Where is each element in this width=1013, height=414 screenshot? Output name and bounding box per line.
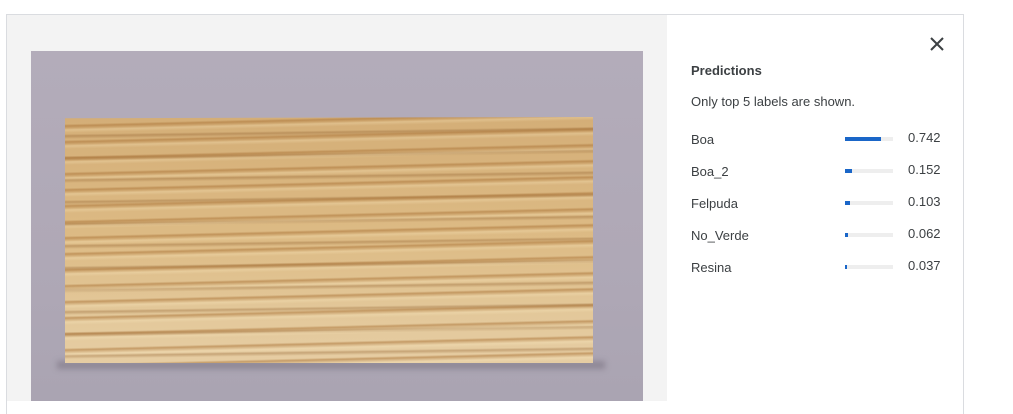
prediction-bar-fill: [845, 233, 848, 237]
wood-sample: [65, 117, 593, 363]
predictions-note: Only top 5 labels are shown.: [691, 94, 856, 109]
prediction-row: Boa_2 0.152: [691, 162, 951, 182]
prediction-bar-track: [845, 169, 893, 173]
prediction-row: Resina 0.037: [691, 258, 951, 278]
prediction-bar-track: [845, 137, 893, 141]
prediction-bar-track: [845, 233, 893, 237]
close-icon: [930, 37, 944, 51]
prediction-value: 0.103: [908, 194, 941, 209]
prediction-value: 0.037: [908, 258, 941, 273]
prediction-row: No_Verde 0.062: [691, 226, 951, 246]
prediction-bar-track: [845, 265, 893, 269]
prediction-value: 0.742: [908, 130, 941, 145]
prediction-value: 0.152: [908, 162, 941, 177]
prediction-dialog: Predictions Only top 5 labels are shown.…: [6, 14, 964, 414]
sample-image: [31, 51, 643, 401]
prediction-label: Boa_2: [691, 164, 729, 179]
image-preview-pane: [7, 15, 667, 401]
prediction-value: 0.062: [908, 226, 941, 241]
close-button[interactable]: [926, 33, 948, 55]
prediction-bar-track: [845, 201, 893, 205]
prediction-bar-fill: [845, 137, 881, 141]
prediction-label: Boa: [691, 132, 715, 147]
prediction-bar-fill: [845, 201, 850, 205]
prediction-label: No_Verde: [691, 228, 749, 243]
predictions-title: Predictions: [691, 63, 762, 78]
prediction-row: Felpuda 0.103: [691, 194, 951, 214]
prediction-label: Felpuda: [691, 196, 738, 211]
prediction-label: Resina: [691, 260, 732, 275]
prediction-bar-fill: [845, 169, 853, 173]
prediction-bar-fill: [845, 265, 847, 269]
prediction-row: Boa 0.742: [691, 130, 951, 150]
